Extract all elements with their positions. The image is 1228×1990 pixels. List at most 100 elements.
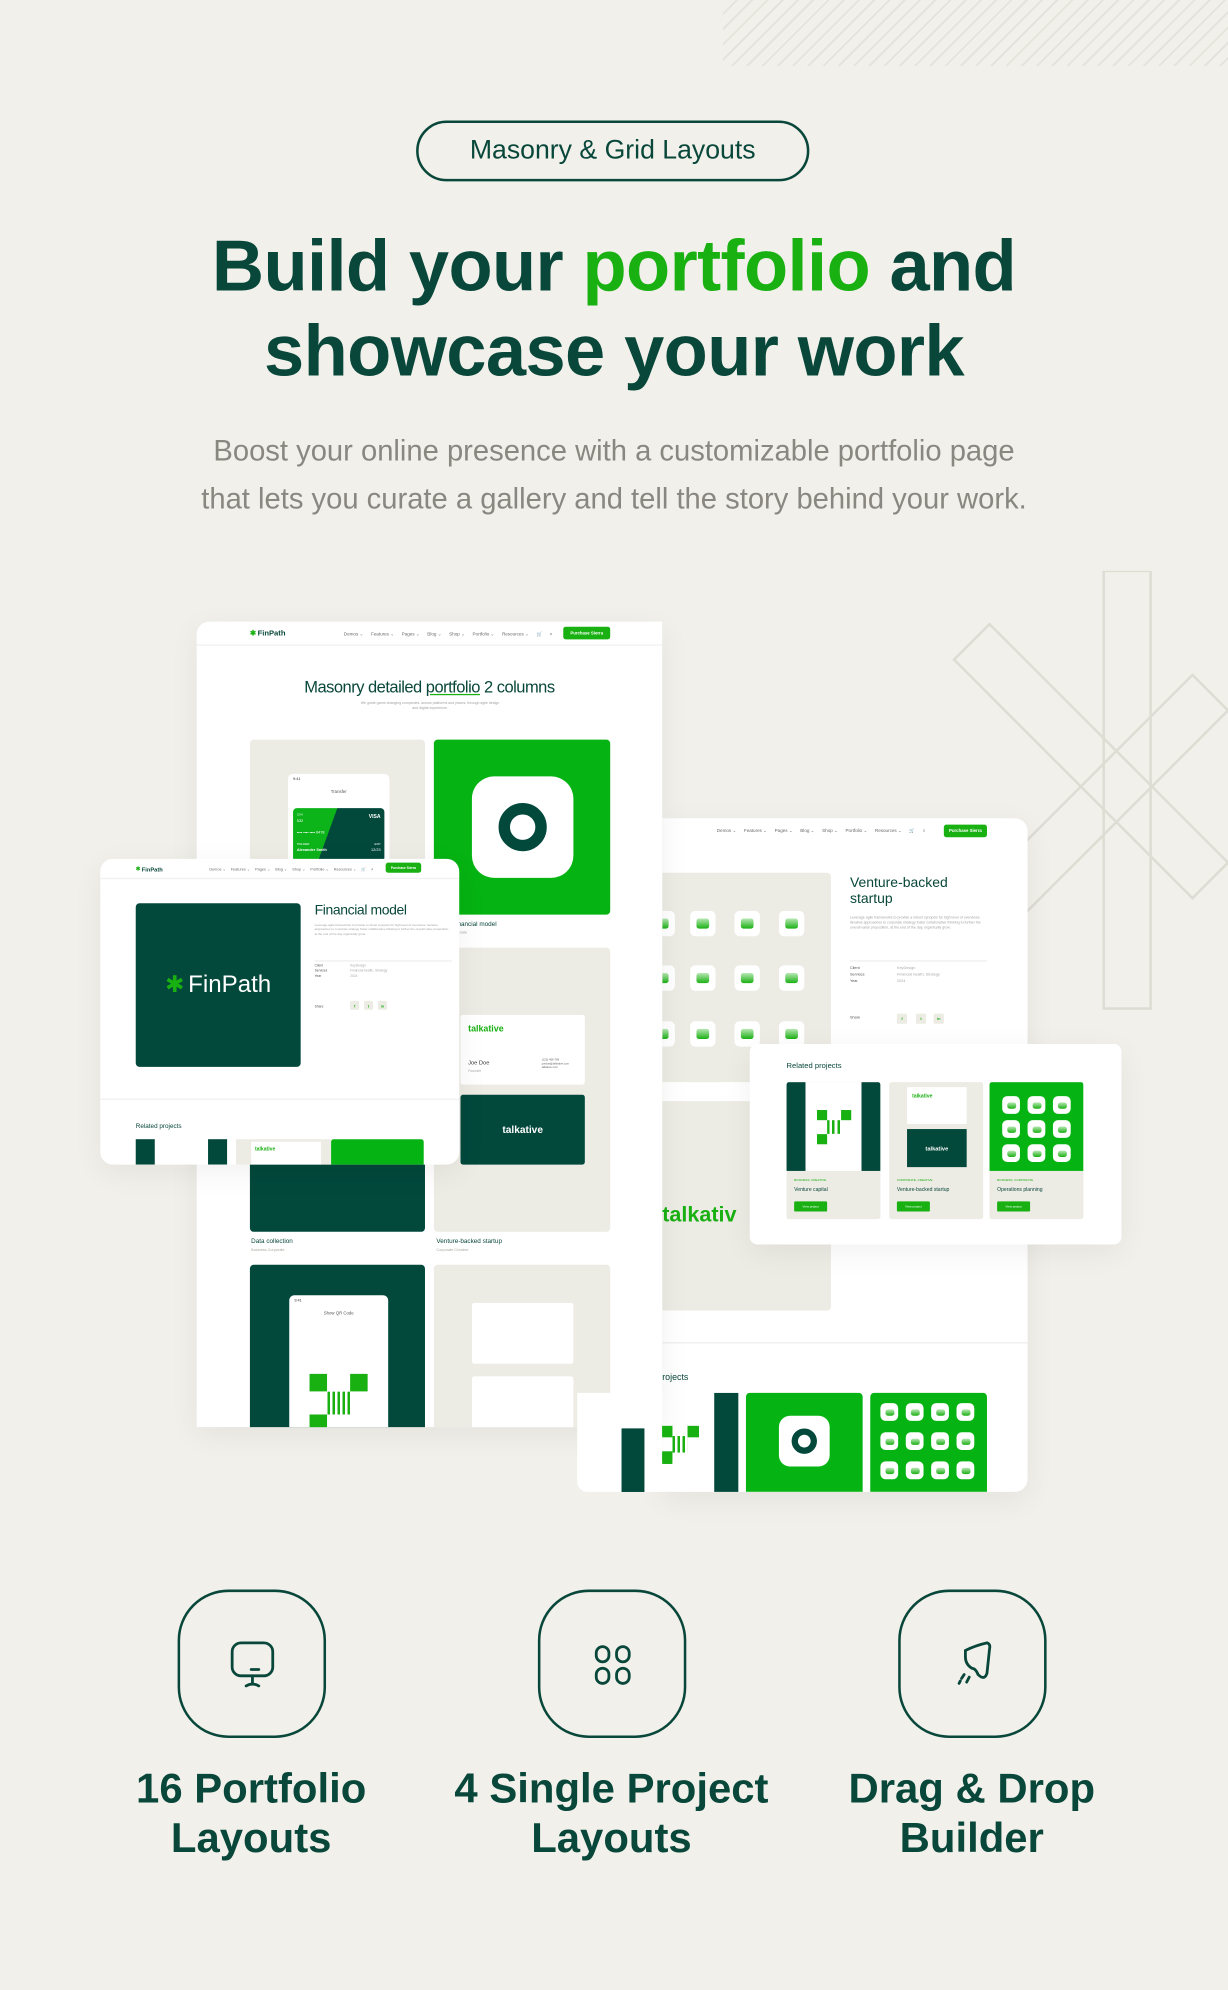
nav-pages[interactable]: Pages bbox=[775, 828, 793, 833]
nav-features[interactable]: Features bbox=[231, 866, 250, 871]
cart-icon[interactable]: 🛒 bbox=[361, 866, 366, 871]
item-title[interactable]: Data collection bbox=[251, 1238, 293, 1246]
feature-label-portfolio: 16 Portfolio Layouts bbox=[136, 1764, 367, 1862]
related-thumb-dark[interactable] bbox=[714, 1392, 739, 1492]
nav-pages[interactable]: Pages bbox=[255, 866, 270, 871]
related-heading-partial: rojects bbox=[662, 1373, 689, 1383]
business-card-front: talkative Joe Doe Founder (123) 456-789 j… bbox=[460, 1014, 585, 1085]
nav-portfolio[interactable]: Portfolio bbox=[845, 828, 867, 833]
nav-demos[interactable]: Demos bbox=[717, 828, 737, 833]
site-nav: Demos Features Pages Blog Shop Portfolio Resou… bbox=[209, 866, 373, 871]
search-icon[interactable]: ⌕ bbox=[371, 866, 373, 871]
nav-resources[interactable]: Resources bbox=[875, 828, 902, 833]
related-card-operations-planning[interactable]: BUSINESS, CORPORATE Operations planning … bbox=[989, 1082, 1084, 1220]
related-card-venture-capital[interactable]: BUSINESS, CREATIVE Venture capital View … bbox=[786, 1082, 881, 1220]
twitter-icon[interactable]: t bbox=[915, 1013, 927, 1024]
twitter-icon[interactable]: t bbox=[364, 1000, 373, 1010]
section-badge: Masonry & Grid Layouts bbox=[416, 120, 810, 182]
nav-pages[interactable]: Pages bbox=[402, 632, 420, 637]
item-title[interactable]: Venture-backed startup bbox=[436, 1238, 502, 1246]
meta-year-value: 2024 bbox=[896, 978, 906, 984]
project-description: Leverage agile frameworks to provide a r… bbox=[849, 914, 981, 931]
headline-line-1: Build your portfolio and bbox=[211, 225, 1017, 308]
portfolio-item-speech-logo[interactable] bbox=[433, 739, 611, 915]
feature-single-project-layouts bbox=[537, 1589, 687, 1738]
portfolio-item-qr-phone[interactable]: 9:41 Show QR Code bbox=[249, 1264, 425, 1428]
feature-drag-drop-builder bbox=[898, 1589, 1047, 1738]
monitor-icon bbox=[230, 1640, 274, 1687]
headline-line-2: showcase your work bbox=[264, 310, 965, 392]
view-project-button[interactable]: View project bbox=[997, 1201, 1031, 1212]
site-logo[interactable]: ✱ FinPath bbox=[136, 865, 163, 873]
card-category: CORPORATE, CREATIVE bbox=[896, 1178, 933, 1183]
site-nav: Demos Features Pages Blog Shop Portfolio Resou… bbox=[717, 828, 926, 833]
meta-year-value: 2024 bbox=[350, 974, 358, 979]
title-link[interactable]: portfolio bbox=[426, 677, 481, 696]
search-icon[interactable]: ⌕ bbox=[550, 632, 553, 637]
related-thumb-icons[interactable] bbox=[870, 1392, 987, 1492]
nav-portfolio[interactable]: Portfolio bbox=[310, 866, 328, 871]
view-project-button[interactable]: View project bbox=[896, 1201, 930, 1212]
nav-blog[interactable]: Blog bbox=[800, 828, 814, 833]
linkedin-icon[interactable]: in bbox=[933, 1013, 944, 1024]
purchase-button[interactable]: Purchase Sierra bbox=[563, 626, 611, 640]
purchase-button[interactable]: Purchase Sierra bbox=[385, 862, 422, 873]
project-title: Venture-backed startup bbox=[849, 875, 948, 908]
related-heading: Related projects bbox=[786, 1063, 842, 1071]
portfolio-item-business-cards[interactable]: talkative Joe Doe Founder (123) 456-789 j… bbox=[433, 947, 611, 1232]
project-title: Financial model bbox=[314, 903, 407, 919]
nav-blog[interactable]: Blog bbox=[275, 866, 287, 871]
nav-shop[interactable]: Shop bbox=[822, 828, 838, 833]
paint-brush-icon bbox=[957, 1640, 991, 1685]
related-heading: Related projects bbox=[135, 1122, 182, 1131]
grid-icon bbox=[594, 1644, 630, 1685]
project-image-finpath-logo: ✱ FinPath bbox=[135, 903, 301, 1067]
search-icon[interactable]: ⌕ bbox=[923, 828, 926, 833]
facebook-icon[interactable]: f bbox=[896, 1013, 908, 1024]
related-thumb-speech[interactable] bbox=[745, 1392, 863, 1492]
financial-model-screenshot: ✱FinPath Demos Features Pages Blog Shop Portf… bbox=[100, 858, 460, 1165]
card-title: Operations planning bbox=[997, 1186, 1043, 1193]
card-category: BUSINESS, CREATIVE bbox=[794, 1178, 827, 1183]
related-card-venture-backed[interactable]: talkative talkative CORPORATE, CREATIVE … bbox=[889, 1082, 984, 1220]
logo-star-icon: ✱ bbox=[165, 971, 185, 998]
view-project-button[interactable]: View project bbox=[794, 1201, 828, 1212]
project-description: Leverage agile frameworks to provide a r… bbox=[314, 923, 449, 936]
qr-code bbox=[662, 1425, 698, 1462]
linkedin-icon[interactable]: in bbox=[378, 1000, 387, 1010]
page-intro: We guide game-changing companies, across… bbox=[360, 700, 500, 711]
nav-resources[interactable]: Resources bbox=[334, 866, 356, 871]
nav-demos[interactable]: Demos bbox=[209, 866, 225, 871]
decorative-stripes bbox=[723, 0, 1228, 66]
subtitle-line-2: that lets you curate a gallery and tell … bbox=[201, 482, 1027, 516]
logo-star-icon: ✱ bbox=[249, 630, 257, 639]
feature-portfolio-layouts bbox=[177, 1589, 327, 1738]
card-title: Venture-backed startup bbox=[896, 1186, 950, 1193]
facebook-icon[interactable]: f bbox=[350, 1000, 360, 1010]
nav-resources[interactable]: Resources bbox=[502, 632, 529, 637]
qr-code bbox=[309, 1373, 368, 1428]
nav-portfolio[interactable]: Portfolio bbox=[473, 632, 495, 637]
meta-year-label: Year bbox=[314, 974, 322, 979]
share-label: Share bbox=[314, 1004, 324, 1009]
purchase-button[interactable]: Purchase Sierra bbox=[943, 824, 987, 838]
nav-shop[interactable]: Shop bbox=[292, 866, 305, 871]
site-logo[interactable]: ✱ FinPath bbox=[250, 629, 286, 638]
subtitle-line-1: Boost your online presence with a custom… bbox=[213, 433, 1015, 467]
brand-text: talkativ bbox=[662, 1202, 737, 1227]
business-card-back: talkative bbox=[460, 1094, 585, 1165]
speech-bubble-icon bbox=[471, 776, 574, 878]
item-tags: Business Corporate bbox=[251, 1247, 285, 1253]
nav-features[interactable]: Features bbox=[744, 828, 767, 833]
nav-demos[interactable]: Demos bbox=[344, 632, 364, 637]
related-thumb-dark[interactable] bbox=[621, 1428, 645, 1492]
cart-icon[interactable]: 🛒 bbox=[909, 828, 915, 833]
cart-icon[interactable]: 🛒 bbox=[536, 632, 542, 637]
nav-shop[interactable]: Shop bbox=[449, 632, 465, 637]
phone-mockup: 9:41 Show QR Code bbox=[289, 1295, 389, 1428]
nav-blog[interactable]: Blog bbox=[427, 632, 441, 637]
nav-features[interactable]: Features bbox=[371, 632, 394, 637]
site-nav: Demos Features Pages Blog Shop Portfolio Resou… bbox=[344, 632, 553, 637]
credit-card: CVV 532 VISA •••• •••• •••• 6478 HOLDER … bbox=[293, 808, 385, 862]
card-title: Venture capital bbox=[794, 1186, 828, 1193]
